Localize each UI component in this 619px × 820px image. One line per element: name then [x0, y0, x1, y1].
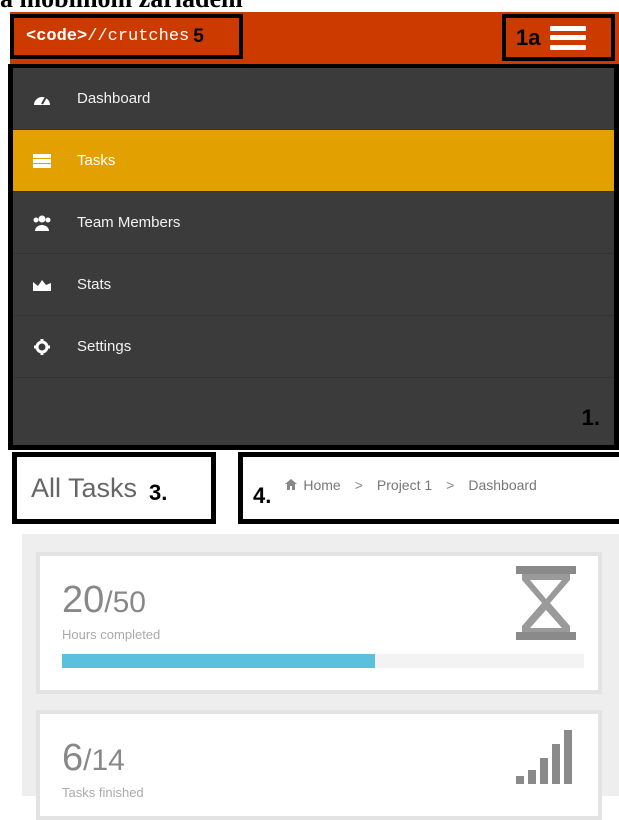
hours-card: 20/50 Hours completed [36, 552, 602, 694]
annotation-1: 1. [581, 405, 600, 430]
sidebar-item-label: Team Members [77, 214, 181, 231]
sidebar-item-stats[interactable]: Stats [13, 254, 614, 316]
sidebar-item-team-members[interactable]: Team Members [13, 192, 614, 254]
breadcrumb-area: 4. Home > Project 1 > Dashboard [238, 452, 619, 524]
hours-label: Hours completed [62, 627, 161, 642]
sidebar-nav: Dashboard Tasks Team Members Stats Setti… [8, 64, 619, 450]
brand-name: //crutches [87, 27, 190, 46]
sidebar-item-label: Dashboard [77, 90, 151, 107]
sidebar-item-label: Settings [77, 338, 132, 355]
document-caption: a mobilnom zariadení [0, 0, 619, 12]
dashboard-icon [31, 90, 53, 108]
sidebar-item-settings[interactable]: Settings [13, 316, 614, 378]
breadcrumb-home[interactable]: Home [303, 477, 340, 493]
breadcrumb-dashboard[interactable]: Dashboard [468, 477, 537, 493]
breadcrumb: Home > Project 1 > Dashboard [285, 477, 537, 493]
home-icon [285, 478, 298, 493]
tasks-value: 6 [62, 737, 84, 779]
breadcrumb-separator: > [446, 477, 455, 493]
main-content: 20/50 Hours completed 6/14 Tasks finishe… [22, 534, 619, 820]
tasks-icon [31, 152, 53, 170]
brand-logo[interactable]: <code>//crutches 5 [10, 14, 243, 59]
page-title-area: All Tasks 3. [12, 452, 216, 524]
hourglass-icon [516, 566, 576, 645]
menu-toggle-button[interactable]: 1a [502, 14, 615, 61]
page-title: All Tasks [31, 472, 138, 503]
sidebar-item-label: Stats [77, 276, 112, 293]
annotation-3: 3. [149, 480, 168, 505]
hours-value: 20 [62, 579, 105, 621]
team-icon [31, 214, 53, 232]
hours-progress-bar [62, 654, 584, 668]
annotation-4: 4. [253, 483, 272, 508]
stats-icon [31, 276, 53, 294]
sidebar-item-tasks[interactable]: Tasks [13, 130, 614, 192]
sidebar-item-dashboard[interactable]: Dashboard [13, 68, 614, 130]
brand-tag: <code> [26, 27, 88, 46]
hours-progress-fill [62, 654, 376, 668]
gear-icon [31, 338, 53, 356]
tasks-stat: 6/14 Tasks finished [62, 738, 144, 800]
tasks-card: 6/14 Tasks finished [36, 710, 602, 820]
breadcrumb-separator: > [354, 477, 363, 493]
annotation-1a: 1a [516, 24, 541, 50]
tasks-total: /14 [83, 744, 125, 777]
breadcrumb-project[interactable]: Project 1 [377, 477, 432, 493]
annotation-5: 5 [193, 25, 204, 47]
hours-stat: 20/50 Hours completed [62, 580, 160, 642]
hours-total: /50 [104, 586, 146, 619]
sidebar-item-label: Tasks [77, 152, 116, 169]
tasks-label: Tasks finished [62, 785, 144, 800]
signal-bars-icon [516, 728, 576, 793]
hamburger-icon [550, 25, 587, 50]
